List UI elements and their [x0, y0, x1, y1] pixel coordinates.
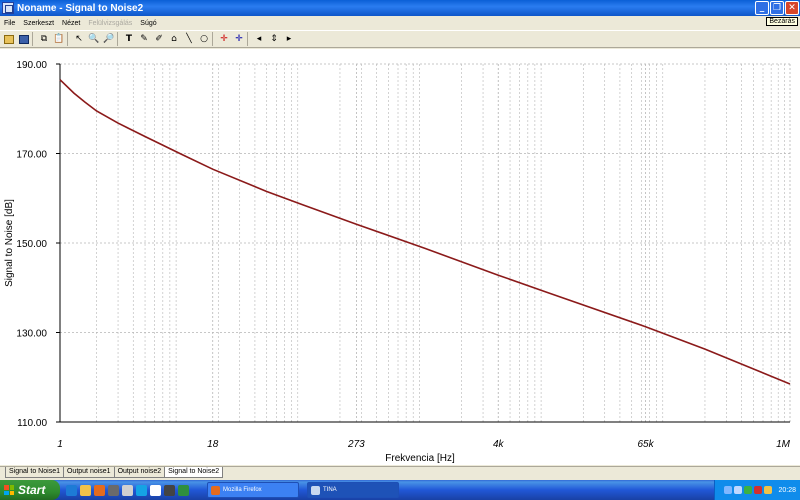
tab-signal-to-noise1[interactable]: Signal to Noise1: [5, 467, 64, 478]
menu-view[interactable]: Nézet: [58, 20, 84, 27]
menu-bar: File Szerkeszt Nézet Felülvizsgálás Súgó: [0, 16, 800, 30]
tab-output-noise2[interactable]: Output noise2: [113, 467, 166, 478]
app2-icon[interactable]: [122, 484, 133, 496]
x-axis-label: Frekvencia [Hz]: [385, 453, 455, 464]
window-title: Noname - Signal to Noise2: [17, 2, 144, 14]
x-tick-label: 1: [57, 439, 63, 450]
x-tick-label: 4k: [493, 439, 505, 450]
y-axis-label: Signal to Noise [dB]: [4, 199, 15, 287]
task-label: Mozilla Firefox: [223, 487, 262, 493]
toolbar-separator: [67, 32, 71, 46]
tina-window: Noname - Signal to Noise2 _ ❐ ✕ File Sze…: [0, 0, 800, 500]
y-tick-label: 190.00: [16, 60, 47, 71]
text-icon[interactable]: T: [122, 32, 136, 46]
firefox-icon: [211, 485, 220, 495]
marker-icon[interactable]: ⌂: [167, 32, 181, 46]
toolbar-separator: [247, 32, 251, 46]
tab-signal-to-noise2[interactable]: Signal to Noise2: [164, 467, 224, 478]
toolbar-separator: [212, 32, 216, 46]
annotate2-icon[interactable]: ✐: [152, 32, 166, 46]
copy-icon[interactable]: ⧉: [37, 32, 51, 46]
x-tick-label: 65k: [638, 439, 655, 450]
title-bar[interactable]: Noname - Signal to Noise2 _ ❐ ✕: [0, 0, 800, 16]
pointer-icon[interactable]: ↖: [72, 32, 86, 46]
close-tooltip: Bezárás: [766, 17, 798, 26]
minimize-button[interactable]: _: [755, 1, 769, 15]
clock: 20:28: [778, 486, 796, 494]
app4-icon[interactable]: [164, 484, 175, 496]
plot-area[interactable]: 190.00 170.00 150.00 130.00 110.00 1 18 273 4k 65…: [0, 49, 800, 465]
explorer-icon[interactable]: [80, 484, 91, 496]
line-icon[interactable]: ╲: [182, 32, 196, 46]
toolbar: ⧉ 📋 ↖ 🔍 🔎 T ✎ ✐ ⌂ ╲ ○ ✛ ✛ ◂ ⇕ ▸: [0, 30, 800, 48]
menu-file[interactable]: File: [0, 20, 19, 27]
y-tick-label: 170.00: [16, 150, 47, 161]
x-tick-label: 273: [347, 439, 365, 450]
save-icon[interactable]: [17, 32, 31, 46]
task-firefox[interactable]: Mozilla Firefox: [207, 482, 299, 498]
volume-icon[interactable]: [734, 486, 743, 494]
toolbar-separator: [117, 32, 121, 46]
x-tick-label: 1M: [776, 439, 791, 450]
open-icon[interactable]: [2, 32, 16, 46]
maximize-button[interactable]: ❐: [770, 1, 784, 15]
zoom-out-icon[interactable]: 🔎: [102, 32, 116, 46]
menu-help[interactable]: Súgó: [136, 20, 160, 27]
tab-output-noise1[interactable]: Output noise1: [62, 467, 115, 478]
arrow-right-icon[interactable]: ▸: [282, 32, 296, 46]
quick-launch: [66, 484, 189, 496]
window-controls: _ ❐ ✕: [755, 1, 799, 15]
arrow-updown-icon[interactable]: ⇕: [267, 32, 281, 46]
app-icon[interactable]: [108, 484, 119, 496]
zoom-in-icon[interactable]: 🔍: [87, 32, 101, 46]
close-button[interactable]: ✕: [785, 1, 799, 15]
cursor-a-icon[interactable]: ✛: [217, 32, 231, 46]
tina-icon: [311, 485, 320, 495]
app-icon: [2, 2, 14, 14]
output-tabs: Signal to Noise1 Output noise1 Output no…: [0, 466, 800, 480]
signal-to-noise-chart[interactable]: 190.00 170.00 150.00 130.00 110.00 1 18 273 4k 65…: [0, 49, 800, 465]
ellipse-icon[interactable]: ○: [197, 32, 211, 46]
taskbar: Start Mozilla Firefox TINA 20:28: [0, 480, 800, 500]
skype-icon[interactable]: [136, 484, 147, 496]
update-icon[interactable]: [764, 486, 773, 494]
signal-to-noise-curve: [59, 79, 791, 385]
start-label: Start: [18, 483, 46, 497]
task-label: TINA: [323, 487, 337, 493]
system-tray: 20:28: [714, 480, 800, 500]
app3-icon[interactable]: [150, 484, 161, 496]
shield-icon[interactable]: [744, 486, 753, 494]
menu-edit[interactable]: Szerkeszt: [19, 20, 58, 27]
menu-review: Felülvizsgálás: [88, 19, 133, 27]
cursor-b-icon[interactable]: ✛: [232, 32, 246, 46]
y-tick-label: 110.00: [17, 418, 47, 429]
firefox-icon[interactable]: [94, 484, 105, 496]
y-tick-label: 150.00: [16, 239, 47, 250]
windows-flag-icon: [4, 485, 14, 495]
annotate-icon[interactable]: ✎: [137, 32, 151, 46]
antivirus-icon[interactable]: [754, 486, 763, 494]
task-tina[interactable]: TINA: [307, 482, 399, 498]
start-button[interactable]: Start: [0, 480, 60, 500]
network-icon[interactable]: [724, 486, 733, 494]
paste-icon[interactable]: 📋: [52, 32, 66, 46]
app5-icon[interactable]: [178, 484, 189, 496]
toolbar-separator: [32, 32, 36, 46]
ie-icon[interactable]: [66, 484, 77, 496]
arrow-left-icon[interactable]: ◂: [252, 32, 266, 46]
x-tick-label: 18: [207, 439, 219, 450]
y-tick-label: 130.00: [16, 329, 47, 340]
